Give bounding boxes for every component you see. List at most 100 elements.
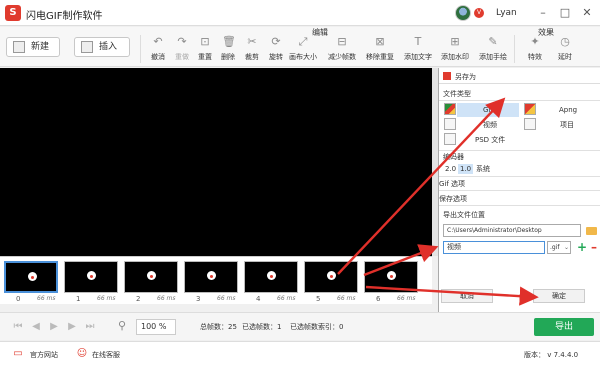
extension-select[interactable]: .gif ⌄	[547, 241, 571, 254]
selected-frames-text: 已选帧数：1	[242, 323, 282, 331]
gif-format-icon	[444, 103, 456, 115]
redo-icon: ↷	[177, 35, 187, 48]
remove-duplicates-button[interactable]: ⊠ 移除重复	[365, 36, 395, 66]
save-as-dialog: 另存为 文件类型 Gif Apng 视频 项目 PSD 文件 编码器 2.0 1…	[438, 68, 600, 312]
close-button[interactable]: ✕	[578, 4, 596, 22]
remove-duplicates-icon: ⊠	[375, 35, 385, 48]
last-frame-icon[interactable]: ⏭	[84, 321, 96, 333]
frame-filmstrip: 0 66 ms 1 66 ms 2 66 ms 3 66 ms 4 66 ms 5 66 m…	[0, 256, 432, 304]
insert-icon	[81, 41, 93, 53]
frame-image	[304, 261, 358, 293]
file-type-apng[interactable]: Apng	[559, 103, 577, 117]
save-options-section[interactable]: 保存选项	[439, 194, 467, 204]
encoder-heading: 编码器	[443, 153, 464, 161]
add-watermark-button[interactable]: ⊞ 添加水印	[440, 36, 470, 66]
maximize-button[interactable]: □	[556, 4, 574, 22]
toolbar-divider	[514, 35, 515, 63]
frame-thumbnail[interactable]: 1 66 ms	[64, 261, 118, 303]
add-drawing-button[interactable]: ✎ 添加手绘	[478, 36, 508, 66]
clock-icon: ◷	[560, 35, 570, 48]
support-link[interactable]: 在线客服	[92, 350, 120, 360]
rotate-button[interactable]: ⟳ 旋转	[261, 36, 291, 66]
file-type-heading: 文件类型	[443, 90, 471, 98]
monitor-icon: ▭	[13, 348, 23, 359]
remove-icon[interactable]: –	[589, 241, 599, 253]
main-toolbar: 编辑 效果 新建 插入 ↶ 撤消 ↷ 重做 ⊡ 重置 🗑 删除 ✂ 裁剪 ⟳ 旋转 ⤢ 画布大…	[0, 27, 600, 67]
ok-button[interactable]: 确定	[533, 289, 585, 303]
reduce-frames-button[interactable]: ⊟ 减少帧数	[327, 36, 357, 66]
frame-thumbnail[interactable]: 3 66 ms	[184, 261, 238, 303]
new-file-icon	[13, 41, 25, 53]
app-logo-icon: S	[5, 5, 21, 21]
preview-canvas[interactable]	[0, 68, 432, 256]
watermark-icon: ⊞	[450, 35, 460, 48]
canvas-size-icon: ⤢	[298, 35, 308, 48]
gif-options-section[interactable]: Gif 选项	[439, 179, 465, 189]
playback-bar: ⏮ ◀ ▶ ▶ ⏭ ⚲ 100 % 总帧数：25 已选帧数：1 已选帧数索引：0…	[0, 312, 600, 340]
footer-bar: ▭ 官方网站 ☺ 在线客服 版本： v 7.4.4.0	[0, 341, 600, 365]
frame-image	[184, 261, 238, 293]
encoder-option-1[interactable]: 1.0	[458, 164, 474, 174]
title-bar: S 闪电GIF制作软件 V Lyan – □ ✕	[0, 0, 600, 26]
toolbar-divider	[140, 35, 141, 63]
user-avatar[interactable]	[455, 5, 471, 21]
frame-thumbnail[interactable]: 0 66 ms	[4, 261, 58, 303]
dialog-title-bar: 另存为	[439, 68, 600, 84]
reset-icon: ⊡	[200, 35, 210, 48]
canvas-size-button[interactable]: ⤢ 画布大小	[288, 36, 318, 66]
previous-frame-icon[interactable]: ◀	[30, 321, 42, 333]
version-text: 版本： v 7.4.4.0	[524, 351, 579, 359]
file-type-gif[interactable]: Gif	[457, 103, 519, 117]
pencil-icon: ✎	[488, 35, 498, 48]
cancel-button[interactable]: 取消	[441, 289, 493, 303]
file-name-field[interactable]: 视频	[443, 241, 545, 254]
extension-value: .gif	[550, 244, 560, 251]
frame-image	[124, 261, 178, 293]
play-icon[interactable]: ▶	[48, 321, 60, 333]
app-title: 闪电GIF制作软件	[26, 11, 103, 22]
frame-image	[244, 261, 298, 293]
chevron-down-icon: ⌄	[563, 244, 569, 251]
vip-badge-icon[interactable]: V	[474, 8, 484, 18]
frame-image	[364, 261, 418, 293]
zoom-value: 100 %	[141, 322, 167, 331]
sparkle-icon: ✦	[530, 35, 540, 48]
user-name[interactable]: Lyan	[496, 8, 517, 18]
psd-format-icon	[444, 133, 456, 145]
add-icon[interactable]: +	[577, 241, 587, 253]
video-format-icon	[444, 118, 456, 130]
first-frame-icon[interactable]: ⏮	[12, 321, 24, 333]
add-text-button[interactable]: T 添加文字	[403, 36, 433, 66]
frame-image	[64, 261, 118, 293]
frame-thumbnail[interactable]: 6 66 ms	[364, 261, 418, 303]
file-type-psd[interactable]: PSD 文件	[475, 133, 505, 147]
dialog-title: 另存为	[455, 73, 476, 81]
insert-button-label: 插入	[99, 42, 118, 52]
minimize-button[interactable]: –	[534, 4, 552, 22]
effects-button[interactable]: ✦ 特效	[520, 36, 550, 66]
frame-thumbnail[interactable]: 2 66 ms	[124, 261, 178, 303]
website-link[interactable]: 官方网站	[30, 350, 58, 360]
encoder-option-2[interactable]: 2.0	[443, 164, 458, 174]
frame-thumbnail[interactable]: 4 66 ms	[244, 261, 298, 303]
frame-thumbnail[interactable]: 5 66 ms	[304, 261, 358, 303]
apng-format-icon	[524, 103, 536, 115]
insert-button[interactable]: 插入	[74, 37, 130, 57]
divider	[439, 176, 600, 177]
new-button[interactable]: 新建	[6, 37, 60, 57]
zoom-input[interactable]: 100 %	[136, 319, 176, 335]
divider	[439, 100, 600, 101]
delay-button[interactable]: ◷ 延时	[550, 36, 580, 66]
rotate-icon: ⟳	[271, 35, 281, 48]
text-icon: T	[414, 35, 422, 48]
encoder-option-system[interactable]: 系统	[474, 164, 492, 174]
export-path-field[interactable]: C:\Users\Administrator\Desktop	[443, 224, 581, 237]
next-frame-icon[interactable]: ▶	[66, 321, 78, 333]
folder-icon[interactable]	[586, 227, 597, 235]
file-type-video[interactable]: 视频	[483, 118, 497, 132]
export-button[interactable]: 导出	[534, 318, 594, 336]
reduce-frames-icon: ⊟	[337, 35, 347, 48]
undo-icon: ↶	[153, 35, 163, 48]
file-type-project[interactable]: 项目	[560, 118, 574, 132]
crop-icon: ✂	[247, 35, 257, 48]
